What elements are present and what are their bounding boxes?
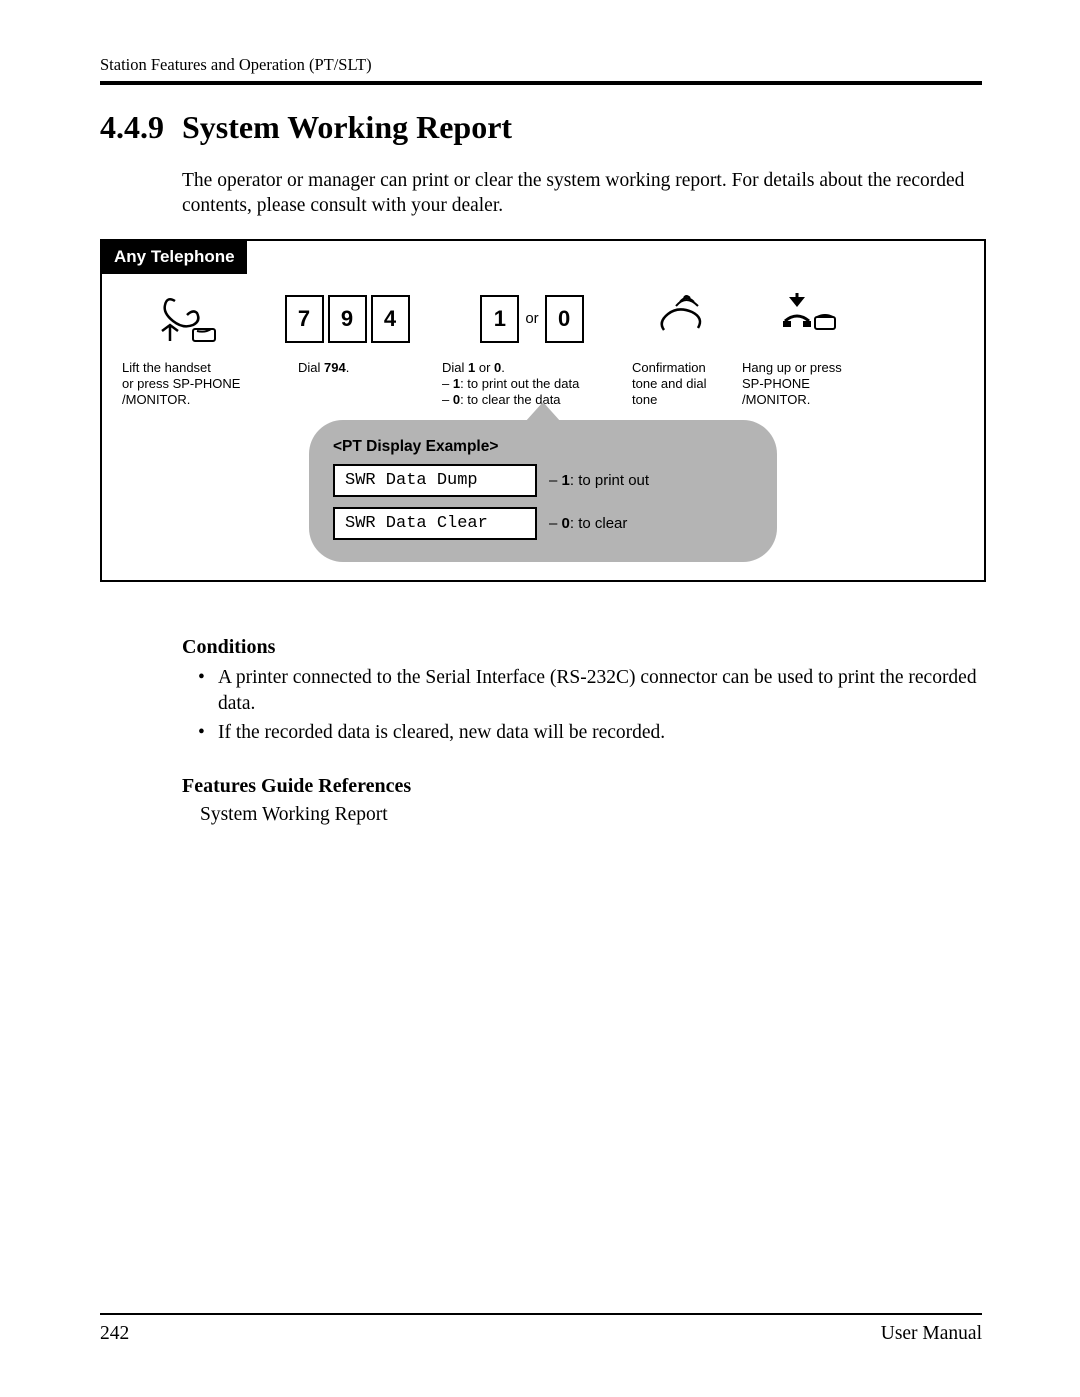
header-rule [100, 81, 982, 85]
callout-pointer-icon [525, 402, 561, 422]
step5-caption1: Hang up or press [742, 360, 872, 376]
step2-caption-bold: 794 [324, 360, 346, 375]
offhook-icon [157, 291, 217, 346]
section-title-text: System Working Report [182, 109, 512, 145]
step-onhook: Hang up or press SP-PHONE /MONITOR. [742, 284, 872, 409]
step1-caption1: Lift the handset [122, 360, 252, 376]
step2-caption-suf: . [346, 360, 350, 375]
key-0: 0 [545, 295, 584, 343]
diagram-tab: Any Telephone [102, 241, 247, 274]
features-reference: System Working Report [200, 804, 982, 826]
pt-title: <PT Display Example> [333, 438, 753, 456]
tone-icon [654, 292, 710, 346]
step-offhook: Lift the handset or press SP-PHONE /MONI… [122, 284, 252, 409]
footer-title: User Manual [881, 1323, 982, 1345]
pt-display-1: SWR Data Dump [333, 464, 537, 497]
key-4: 4 [371, 295, 410, 343]
step4-caption3: tone [632, 392, 732, 408]
page-number: 242 [100, 1323, 129, 1345]
step-dial-1-or-0: 1 or 0 Dial 1 or 0. – 1: to print out th… [442, 284, 622, 409]
step4-caption2: tone and dial [632, 376, 732, 392]
key-7: 7 [285, 295, 324, 343]
conditions-heading: Conditions [182, 636, 982, 659]
conditions-list: A printer connected to the Serial Interf… [198, 665, 982, 745]
step5-caption2: SP-PHONE [742, 376, 872, 392]
footer-rule [100, 1313, 982, 1315]
onhook-icon [777, 291, 837, 346]
key-9: 9 [328, 295, 367, 343]
pt-label-2: – 0: to clear [549, 515, 627, 532]
section-number: 4.4.9 [100, 109, 164, 145]
pt-label-1: – 1: to print out [549, 472, 649, 489]
procedure-diagram: Any Telephone Lift the [100, 239, 986, 583]
page-footer: 242 User Manual [100, 1305, 982, 1345]
step4-caption1: Confirmation [632, 360, 732, 376]
features-heading: Features Guide References [182, 775, 982, 798]
running-header: Station Features and Operation (PT/SLT) [100, 55, 982, 75]
section-heading: 4.4.9 System Working Report [100, 109, 982, 146]
or-text: or [525, 310, 538, 327]
pt-display-panel: <PT Display Example> SWR Data Dump – 1: … [309, 420, 777, 562]
condition-item: If the recorded data is cleared, new dat… [198, 720, 982, 745]
pt-display-2: SWR Data Clear [333, 507, 537, 540]
step-dial-794: 7 9 4 Dial 794. [262, 284, 432, 376]
key-1: 1 [480, 295, 519, 343]
step5-caption3: /MONITOR. [742, 392, 872, 408]
step-confirmation-tone: Confirmation tone and dial tone [632, 284, 732, 409]
intro-paragraph: The operator or manager can print or cle… [182, 168, 982, 219]
step1-caption3: /MONITOR. [122, 392, 252, 408]
step2-caption-pre: Dial [298, 360, 324, 375]
condition-item: A printer connected to the Serial Interf… [198, 665, 982, 716]
step1-caption2: or press SP-PHONE [122, 376, 252, 392]
